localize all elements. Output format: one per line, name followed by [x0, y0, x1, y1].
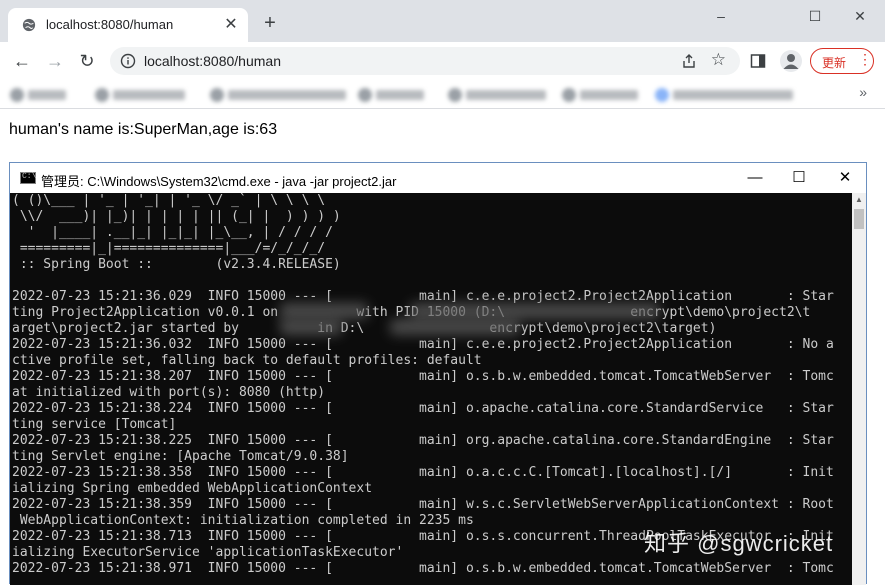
browser-toolbar: ← → ↻ localhost:8080/human ☆ 更新 ⋮: [0, 42, 885, 80]
cmd-app-icon: C:\: [20, 172, 36, 184]
window-minimize-button[interactable]: –: [706, 6, 736, 26]
cmd-close-button[interactable]: ✕: [830, 167, 860, 189]
cmd-titlebar[interactable]: C:\ 管理员: C:\Windows\System32\cmd.exe - j…: [10, 163, 866, 193]
watermark: 知乎 @sgwcricket: [644, 531, 834, 556]
cmd-title: 管理员: C:\Windows\System32\cmd.exe - java …: [41, 174, 397, 189]
console-scrollbar[interactable]: ▲: [852, 193, 866, 585]
globe-icon: [22, 18, 36, 32]
browser-tab[interactable]: localhost:8080/human ✕: [8, 8, 248, 42]
human-info-text: human's name is:SuperMan,age is:63: [9, 121, 278, 138]
bookmarks-more-button[interactable]: »: [859, 84, 867, 100]
console-text: ( ()\___ | '_ | '_| | '_ \/ _` | \ \ \ \…: [12, 193, 834, 576]
bookmark-item[interactable]: [448, 86, 546, 102]
window-maximize-button[interactable]: ☐: [800, 6, 830, 26]
person-icon: [783, 54, 799, 69]
window-close-button[interactable]: ✕: [845, 6, 875, 26]
redaction-blur: [280, 303, 368, 319]
scroll-up-arrow-icon[interactable]: ▲: [852, 193, 866, 207]
redaction-blur: [410, 303, 660, 319]
tab-close-icon[interactable]: ✕: [220, 14, 242, 36]
info-icon[interactable]: [120, 53, 136, 69]
redaction-blur: [280, 319, 342, 335]
bookmarks-bar: »: [0, 80, 885, 109]
profile-avatar[interactable]: [780, 50, 802, 72]
new-tab-button[interactable]: +: [258, 12, 282, 36]
share-icon[interactable]: [680, 52, 698, 70]
redaction-blur: [390, 319, 520, 335]
bookmark-item[interactable]: [210, 86, 346, 102]
cmd-window: C:\ 管理员: C:\Windows\System32\cmd.exe - j…: [9, 162, 867, 585]
tab-strip: localhost:8080/human ✕ + – ☐ ✕: [0, 0, 885, 42]
bookmark-star-icon[interactable]: ☆: [711, 50, 726, 70]
cmd-minimize-button[interactable]: —: [740, 167, 770, 189]
address-bar[interactable]: localhost:8080/human ☆: [110, 47, 740, 75]
cmd-icon-text: C:\: [22, 172, 37, 181]
cmd-maximize-button[interactable]: ☐: [784, 167, 814, 189]
update-button[interactable]: 更新 ⋮: [810, 48, 874, 74]
update-label: 更新: [822, 56, 847, 70]
bookmark-item[interactable]: [10, 86, 66, 102]
menu-icon[interactable]: ⋮: [858, 51, 872, 68]
bookmark-item[interactable]: [655, 86, 793, 102]
side-panel-icon[interactable]: [750, 53, 766, 69]
bookmark-item[interactable]: [358, 86, 424, 102]
bookmark-item[interactable]: [95, 86, 185, 102]
reload-button[interactable]: ↻: [74, 49, 100, 73]
forward-button[interactable]: →: [42, 49, 68, 73]
tab-title: localhost:8080/human: [46, 17, 174, 32]
bookmark-item[interactable]: [562, 86, 638, 102]
scroll-thumb[interactable]: [854, 209, 864, 229]
back-button[interactable]: ←: [9, 49, 35, 73]
address-url[interactable]: localhost:8080/human: [144, 53, 281, 69]
